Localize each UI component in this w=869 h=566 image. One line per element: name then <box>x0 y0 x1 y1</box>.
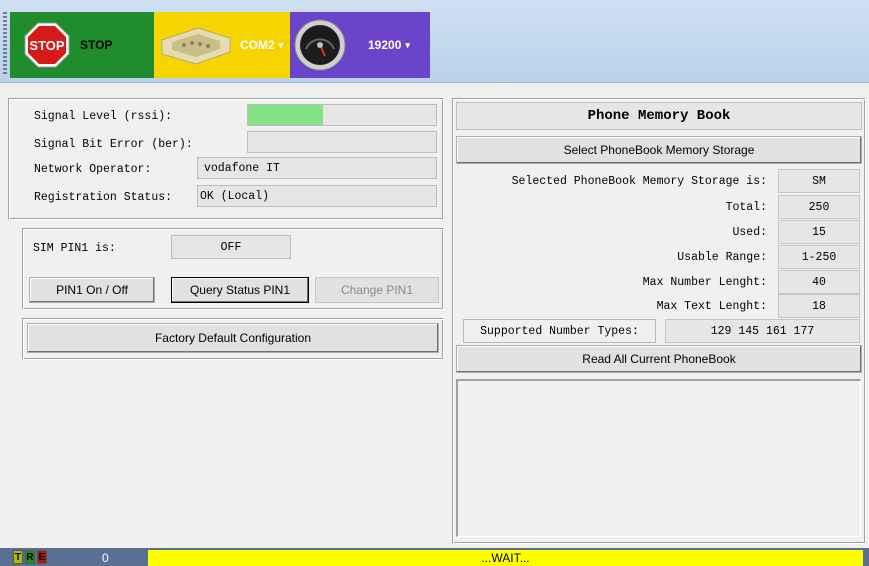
signal-panel: Signal Level (rssi): Signal Bit Error (b… <box>8 98 444 220</box>
status-count: 0 <box>102 551 109 565</box>
phonebook-list[interactable] <box>456 379 861 537</box>
max-number-length-value: 40 <box>778 270 860 294</box>
storage-label: Selected PhoneBook Memory Storage is: <box>511 175 767 188</box>
serial-connector-icon <box>161 27 231 65</box>
change-pin-button[interactable]: Change PIN1 <box>315 277 439 303</box>
stop-sign-text: STOP <box>29 38 64 53</box>
pin-status-field: OFF <box>171 235 291 259</box>
factory-default-button[interactable]: Factory Default Configuration <box>27 323 439 353</box>
baud-label: 19200 <box>368 38 402 52</box>
pin-status-label: SIM PIN1 is: <box>33 242 116 255</box>
number-types-label-box: Supported Number Types: <box>463 319 656 343</box>
gauge-icon <box>294 19 346 71</box>
chevron-down-icon: ▾ <box>405 39 410 50</box>
port-dropdown[interactable]: COM2 ▾ <box>154 12 290 78</box>
rx-indicator: R <box>25 550 35 564</box>
select-memory-storage-button[interactable]: Select PhoneBook Memory Storage <box>456 136 862 164</box>
factory-panel: Factory Default Configuration <box>22 318 444 360</box>
rssi-bar-fill <box>248 105 324 125</box>
pin-status-value: OFF <box>220 240 242 254</box>
phonebook-panel: Phone Memory Book Select PhoneBook Memor… <box>452 98 866 544</box>
total-label: Total: <box>725 201 767 214</box>
stop-label: STOP <box>80 38 113 52</box>
phonebook-title-box: Phone Memory Book <box>456 102 862 130</box>
rssi-label: Signal Level (rssi): <box>34 110 173 123</box>
toolbar: STOP STOP COM2 ▾ 19200 ▾ <box>0 0 869 83</box>
baud-dropdown[interactable]: 19200 ▾ <box>290 12 430 78</box>
status-message-text: ...WAIT... <box>481 551 530 565</box>
query-pin-button[interactable]: Query Status PIN1 <box>171 277 309 303</box>
max-number-length-label: Max Number Lenght: <box>642 276 767 289</box>
ber-label: Signal Bit Error (ber): <box>34 138 193 151</box>
pin-panel: SIM PIN1 is: OFF PIN1 On / Off Query Sta… <box>22 228 444 310</box>
operator-field: vodafone IT <box>197 157 437 179</box>
operator-value: vodafone IT <box>204 161 280 175</box>
number-types-value: 129 145 161 177 <box>665 319 860 343</box>
usable-range-value: 1-250 <box>778 245 860 269</box>
total-value: 250 <box>778 195 860 219</box>
tx-indicator: T <box>13 550 23 564</box>
max-text-length-value: 18 <box>778 294 860 318</box>
registration-value: OK (Local) <box>200 189 270 203</box>
chevron-down-icon: ▾ <box>278 39 284 50</box>
number-types-label: Supported Number Types: <box>480 324 639 338</box>
operator-label: Network Operator: <box>34 163 152 176</box>
stop-button[interactable]: STOP STOP <box>10 12 154 78</box>
pin-toggle-button[interactable]: PIN1 On / Off <box>29 277 155 303</box>
registration-field: OK (Local) <box>197 185 437 207</box>
rssi-bar <box>247 104 437 126</box>
max-text-length-label: Max Text Lenght: <box>656 300 767 313</box>
read-phonebook-button[interactable]: Read All Current PhoneBook <box>456 345 862 373</box>
port-label: COM2 <box>240 38 275 52</box>
toolbar-grip[interactable] <box>3 12 7 76</box>
registration-label: Registration Status: <box>34 191 173 204</box>
status-message: ...WAIT... <box>148 550 863 566</box>
phonebook-title: Phone Memory Book <box>587 108 731 124</box>
stop-sign-icon: STOP <box>24 22 70 68</box>
ber-bar <box>247 131 437 153</box>
used-label: Used: <box>732 226 767 239</box>
storage-value: SM <box>778 169 860 193</box>
usable-range-label: Usable Range: <box>677 251 767 264</box>
error-indicator: E <box>37 550 47 564</box>
used-value: 15 <box>778 220 860 244</box>
